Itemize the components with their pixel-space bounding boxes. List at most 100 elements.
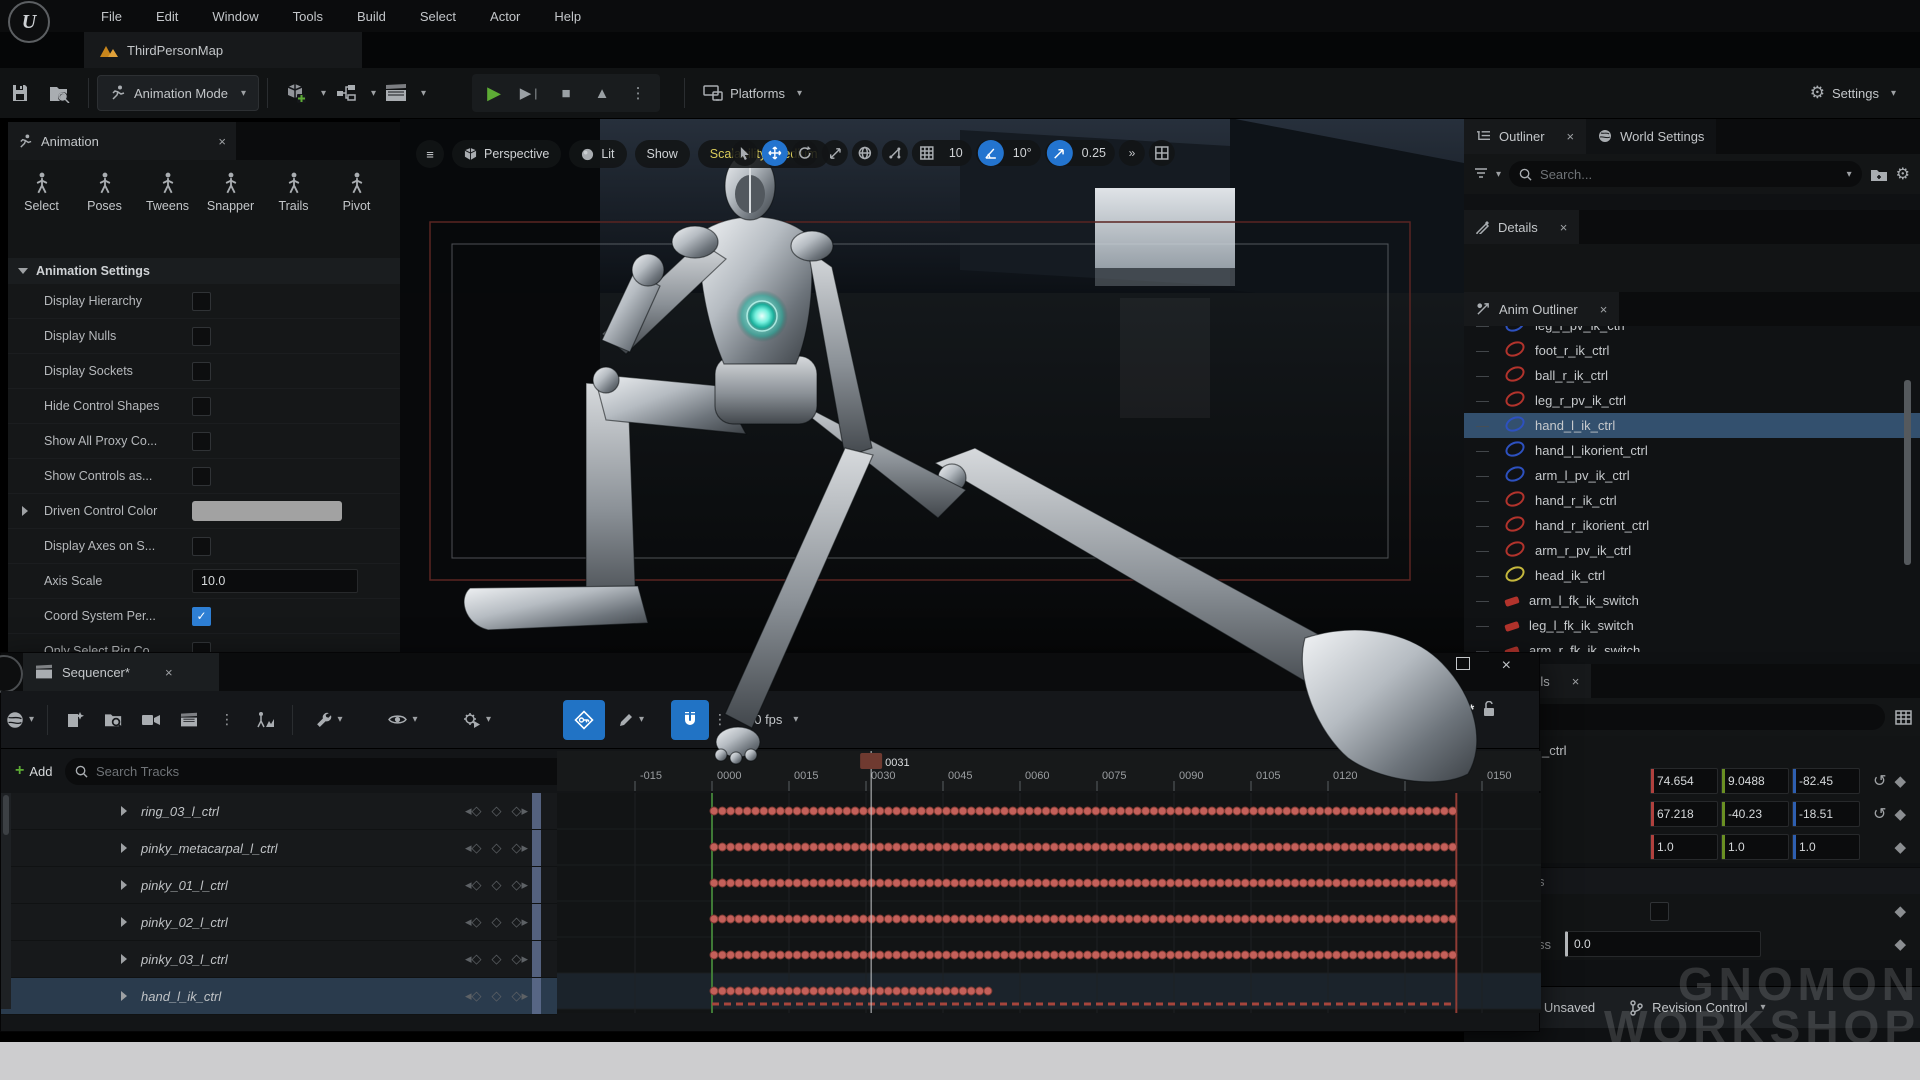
chevron-down-icon[interactable]: ▾ xyxy=(1496,169,1501,180)
keyframe-diamond-icon[interactable]: ◆ xyxy=(1894,805,1906,823)
auto-key-button[interactable] xyxy=(563,700,605,740)
close-icon[interactable]: × xyxy=(218,134,226,149)
table-icon[interactable] xyxy=(1895,710,1912,725)
next-key-icon[interactable]: ◇▸ xyxy=(512,988,529,1004)
snap-button[interactable] xyxy=(671,700,709,740)
value-z-input[interactable]: 1.0 xyxy=(1792,834,1860,860)
color-swatch[interactable] xyxy=(192,501,342,521)
anim-control-item[interactable]: — arm_l_fk_ik_switch xyxy=(1464,588,1920,613)
add-actor-button[interactable] xyxy=(276,75,316,111)
setting-checkbox[interactable] xyxy=(192,362,211,381)
surface-snap-button[interactable] xyxy=(882,140,908,166)
next-key-icon[interactable]: ◇▸ xyxy=(512,877,529,893)
setting-checkbox[interactable] xyxy=(192,327,211,346)
gear-icon[interactable]: ⚙ xyxy=(1896,164,1910,184)
revert-icon[interactable]: ↺ xyxy=(1873,804,1886,824)
camera-button[interactable] xyxy=(132,700,170,740)
fps-selector[interactable]: 30 fps ▾ xyxy=(747,712,798,727)
next-key-icon[interactable]: ◇▸ xyxy=(512,840,529,856)
add-key-icon[interactable]: ◇ xyxy=(492,840,502,856)
expand-arrow-icon[interactable] xyxy=(22,506,28,516)
close-icon[interactable]: × xyxy=(1572,674,1580,689)
next-key-icon[interactable]: ◇▸ xyxy=(512,914,529,930)
next-key-icon[interactable]: ◇▸ xyxy=(512,951,529,967)
setting-checkbox[interactable] xyxy=(192,432,211,451)
anim-control-item[interactable]: — hand_r_ik_ctrl xyxy=(1464,488,1920,513)
next-key-icon[interactable]: ◇▸ xyxy=(512,803,529,819)
tool-button[interactable]: Select xyxy=(10,172,73,213)
tab-details-top[interactable]: Details × xyxy=(1464,210,1579,244)
sequencer-settings-button[interactable]: ▾ xyxy=(301,700,357,740)
prev-key-icon[interactable]: ◂◇ xyxy=(465,877,482,893)
add-key-icon[interactable]: ◇ xyxy=(492,877,502,893)
settings-button[interactable]: ⚙ Settings ▾ xyxy=(1800,75,1906,111)
render-movie-button[interactable] xyxy=(170,700,208,740)
sequencer-options-kebab[interactable]: ⋮ xyxy=(208,700,246,740)
scale-snap-value[interactable]: 0.25 xyxy=(1075,146,1113,160)
keyframe-diamond-icon[interactable]: ◆ xyxy=(1894,772,1906,790)
browse-sequence-button[interactable] xyxy=(94,700,132,740)
add-key-icon[interactable]: ◇ xyxy=(492,803,502,819)
menu-item[interactable]: Actor xyxy=(473,0,537,32)
snap-options-kebab[interactable]: ⋮ xyxy=(709,700,731,740)
toolbar-expand-button[interactable]: » xyxy=(1119,140,1145,166)
value-x-input[interactable]: 1.0 xyxy=(1650,834,1718,860)
prev-key-icon[interactable]: ◂◇ xyxy=(465,914,482,930)
revision-control-button[interactable]: Revision Control ▾ xyxy=(1629,1000,1765,1016)
expand-arrow-icon[interactable] xyxy=(121,806,127,816)
anim-control-item[interactable]: — hand_l_ik_ctrl xyxy=(1464,413,1920,438)
mode-selector[interactable]: Animation Mode ▾ xyxy=(97,75,259,111)
menu-item[interactable]: File xyxy=(84,0,139,32)
animation-settings-header[interactable]: Animation Settings xyxy=(8,258,400,284)
frame-skip-button[interactable]: ▶❘ xyxy=(512,77,548,109)
setting-checkbox[interactable] xyxy=(192,292,211,311)
track-search-input[interactable]: Search Tracks xyxy=(65,758,571,785)
stop-button[interactable]: ■ xyxy=(548,77,584,109)
viewport-3d[interactable] xyxy=(400,118,1464,660)
value-x-input[interactable]: 67.218 xyxy=(1650,801,1718,827)
value-x-input[interactable]: 74.654 xyxy=(1650,768,1718,794)
filter-icon[interactable] xyxy=(1474,167,1492,181)
setting-input[interactable]: 10.0 xyxy=(192,569,358,593)
setting-checkbox[interactable]: ✓ xyxy=(192,607,211,626)
view-options-button[interactable]: ▾ xyxy=(375,700,431,740)
anim-control-item[interactable]: — hand_r_ikorient_ctrl xyxy=(1464,513,1920,538)
perspective-selector[interactable]: Perspective xyxy=(452,140,561,168)
scale-snap-button[interactable] xyxy=(1047,140,1073,166)
sequencer-track-row[interactable]: pinky_metacarpal_l_ctrl ◂◇ ◇ ◇▸ xyxy=(1,830,557,867)
value-z-input[interactable]: -18.51 xyxy=(1792,801,1860,827)
outliner-search-input[interactable]: Search... ▾ xyxy=(1509,161,1862,187)
sequencer-track-row[interactable]: ring_03_l_ctrl ◂◇ ◇ ◇▸ xyxy=(1,793,557,830)
tool-button[interactable]: Tweens xyxy=(136,172,199,213)
expand-arrow-icon[interactable] xyxy=(121,880,127,890)
anim-control-item[interactable]: — hand_l_ikorient_ctrl xyxy=(1464,438,1920,463)
play-button[interactable]: ▶ xyxy=(476,77,512,109)
anim-control-item[interactable]: — arm_l_pv_ik_ctrl xyxy=(1464,463,1920,488)
prev-key-icon[interactable]: ◂◇ xyxy=(465,988,482,1004)
unreal-logo-icon[interactable]: U xyxy=(8,1,50,43)
add-key-icon[interactable]: ◇ xyxy=(492,914,502,930)
angle-snap-button[interactable] xyxy=(978,140,1004,166)
angle-snap-value[interactable]: 10° xyxy=(1006,146,1039,160)
close-icon[interactable]: × xyxy=(165,665,173,680)
close-icon[interactable]: × xyxy=(1560,220,1568,235)
anim-control-item[interactable]: — arm_r_fk_ik_switch xyxy=(1464,638,1920,652)
play-options-kebab[interactable]: ⋮ xyxy=(620,77,656,109)
world-coord-button[interactable] xyxy=(852,140,878,166)
close-button[interactable]: × xyxy=(1502,657,1511,675)
playback-options-button[interactable]: ▾ xyxy=(449,700,505,740)
add-track-actor-button[interactable] xyxy=(246,700,284,740)
tab-world-settings[interactable]: World Settings xyxy=(1586,118,1716,154)
menu-item[interactable]: Tools xyxy=(276,0,340,32)
menu-item[interactable]: Window xyxy=(195,0,275,32)
value-y-input[interactable]: 1.0 xyxy=(1721,834,1789,860)
show-menu-button[interactable]: Show xyxy=(635,140,690,168)
select-tool-button[interactable] xyxy=(732,140,758,166)
add-key-icon[interactable]: ◇ xyxy=(492,951,502,967)
create-sequence-button[interactable] xyxy=(56,700,94,740)
sequencer-timeline[interactable]: -015000000150030004500600075009001050120… xyxy=(557,751,1541,1015)
keyframe-diamond-icon[interactable]: ◆ xyxy=(1894,902,1906,920)
prev-key-icon[interactable]: ◂◇ xyxy=(465,803,482,819)
blueprints-button[interactable] xyxy=(326,75,366,111)
anim-control-item[interactable]: — ball_r_ik_ctrl xyxy=(1464,363,1920,388)
